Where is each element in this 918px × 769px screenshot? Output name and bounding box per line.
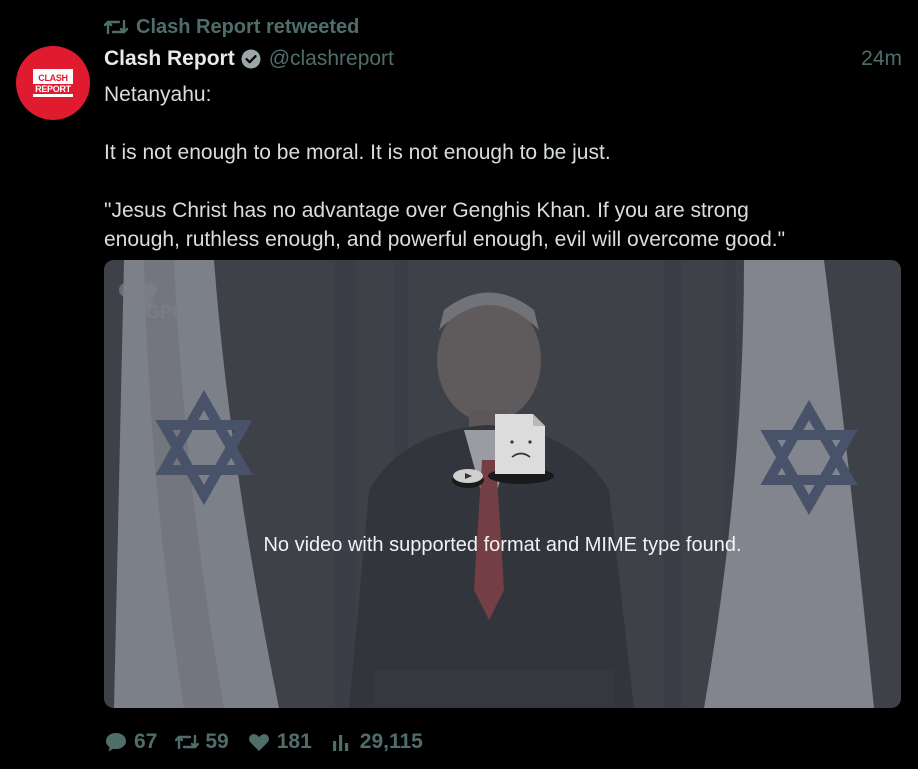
verified-badge-icon (241, 49, 261, 69)
video-error-message: No video with supported format and MIME … (263, 534, 742, 556)
avatar-text-line2: REPORT (33, 83, 73, 94)
avatar-logo: CLASH REPORT (33, 69, 73, 97)
like-button[interactable]: 181 (247, 730, 312, 754)
reply-icon (106, 733, 126, 752)
tweet-line: It is not enough to be moral. It is not … (104, 141, 611, 164)
views-chart-icon (332, 735, 348, 751)
like-count: 181 (276, 730, 312, 753)
reply-button[interactable]: 67 (104, 730, 157, 754)
reply-count: 67 (134, 730, 158, 753)
author-handle[interactable]: @clashreport (269, 47, 394, 71)
tweet-text: Netanyahu: It is not enough to be moral.… (104, 80, 904, 254)
broken-file-icon (452, 414, 554, 488)
avatar[interactable]: CLASH REPORT (16, 46, 90, 120)
heart-icon (248, 734, 269, 751)
author-name[interactable]: Clash Report (104, 47, 235, 71)
timestamp[interactable]: 24m (861, 47, 902, 71)
tweet-actions: 67 59 181 29,115 (104, 728, 441, 756)
retweet-icon (175, 734, 200, 750)
tweet-line: enough, ruthless enough, and powerful en… (104, 228, 786, 251)
retweet-indicator[interactable]: Clash Report retweeted (104, 14, 359, 40)
avatar-text-line1: CLASH (38, 72, 68, 83)
views-count: 29,115 (359, 730, 423, 753)
video-player[interactable]: GPO No video with supported format and M… (104, 260, 901, 708)
tweet-header: Clash Report @clashreport 24m (104, 44, 902, 74)
retweet-count: 59 (205, 730, 229, 753)
views-button[interactable]: 29,115 (330, 730, 423, 754)
retweet-icon (104, 19, 128, 35)
tweet-line: Netanyahu: (104, 83, 212, 106)
tweet-line: "Jesus Christ has no advantage over Geng… (104, 199, 749, 222)
retweet-button[interactable]: 59 (175, 730, 229, 754)
retweet-label: Clash Report retweeted (136, 15, 360, 38)
